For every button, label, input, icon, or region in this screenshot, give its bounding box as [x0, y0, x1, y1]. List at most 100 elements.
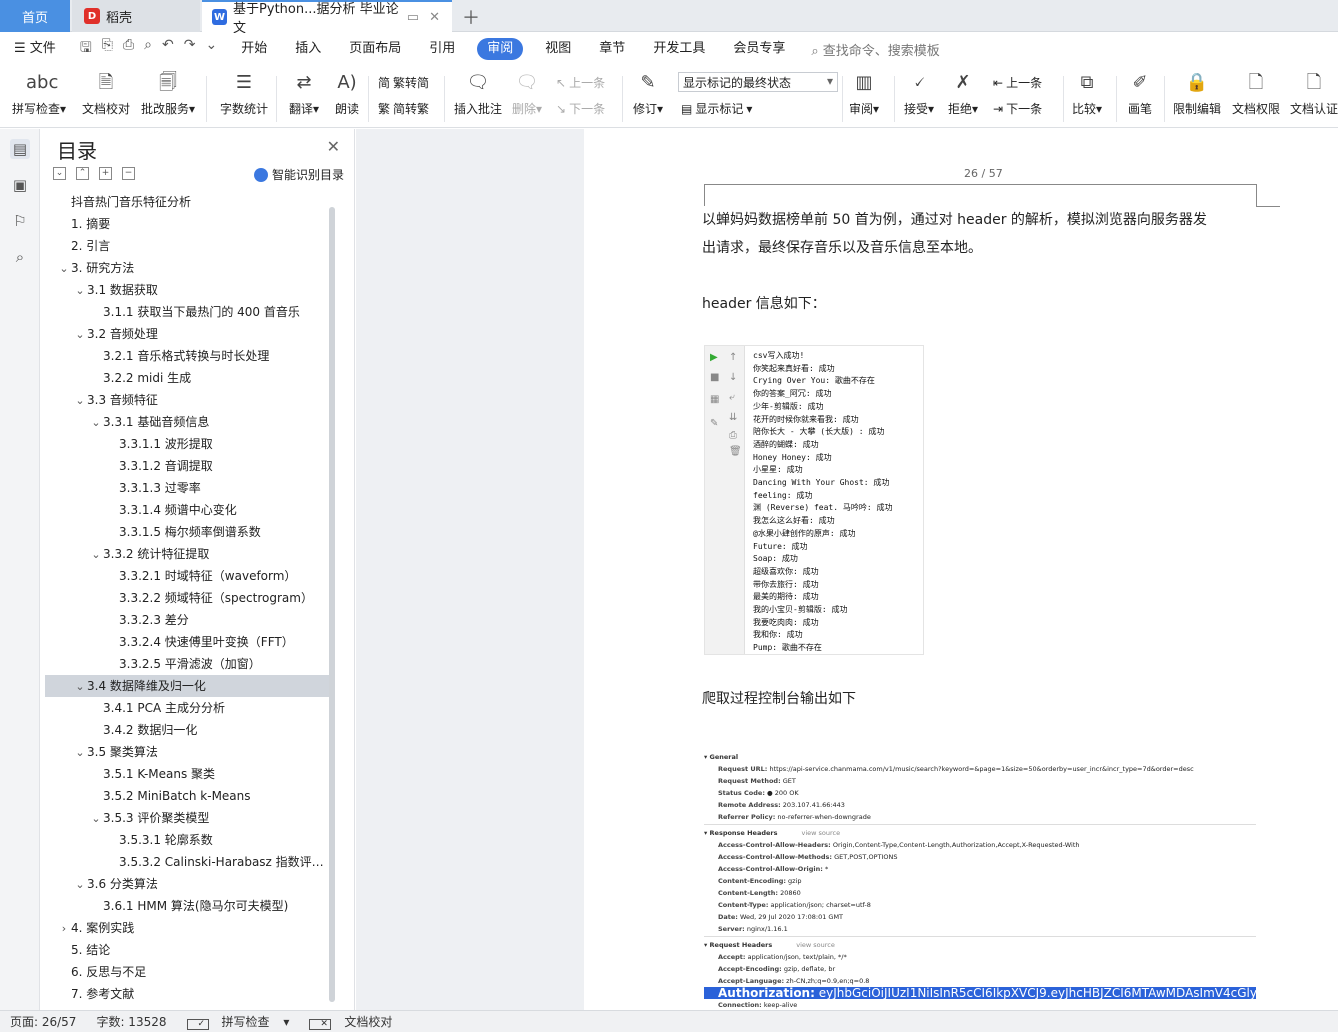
find-icon[interactable]: ⌕	[10, 247, 30, 267]
toc-scrollbar[interactable]	[329, 207, 335, 1002]
toc-item[interactable]: ⌄ 3.5.3 评价聚类模型	[45, 807, 331, 829]
collapse-all-icon[interactable]: ⌄	[53, 167, 66, 180]
save-icon[interactable]: 🖫	[80, 37, 92, 61]
word-count[interactable]: 字数: 13528	[86, 1013, 176, 1030]
status-proof[interactable]: ✕ 文档校对	[299, 1013, 412, 1030]
chevron-down-icon[interactable]: ⌄	[73, 742, 87, 763]
toc-item[interactable]: 3.3.2.1 时域特征（waveform）	[45, 565, 331, 587]
chevron-down-icon[interactable]: ⌄	[89, 544, 103, 565]
toc-item[interactable]: 3.5.2 MiniBatch k-Means	[45, 785, 331, 807]
toc-item[interactable]: 7. 参考文献	[45, 983, 331, 1001]
print-icon[interactable]: ⎙	[123, 37, 134, 61]
chevron-down-icon[interactable]: ⌄	[73, 324, 87, 345]
trad-to-simp-button[interactable]: 简繁转简	[378, 74, 429, 91]
chevron-down-icon[interactable]: ⌄	[89, 412, 103, 433]
delete-comment-button[interactable]: 🗨 删除▾	[512, 70, 542, 117]
batch-service-button[interactable]: 🗐 批改服务▾	[141, 70, 195, 117]
chevron-down-icon[interactable]: ⌄	[73, 280, 87, 301]
toc-item[interactable]: 3.3.1.1 波形提取	[45, 433, 331, 455]
menu-start[interactable]: 开始	[227, 38, 281, 60]
close-icon[interactable]: ✕	[327, 137, 340, 156]
toc-item[interactable]: 3.3.1.2 音调提取	[45, 455, 331, 477]
doc-permission-button[interactable]: 🗋 文档权限	[1232, 70, 1280, 117]
chevron-down-icon[interactable]: ⌄	[73, 390, 87, 411]
toc-item[interactable]: 2. 引言	[45, 235, 331, 257]
toc-scrollbar-thumb[interactable]	[329, 207, 335, 1002]
toc-item[interactable]: 3.5.3.2 Calinski-Harabasz 指数评价...	[45, 851, 331, 873]
reject-button[interactable]: ✗ 拒绝▾	[948, 70, 978, 117]
toc-item[interactable]: 3.2.2 midi 生成	[45, 367, 331, 389]
toc-item[interactable]: 3.6.1 HMM 算法(隐马尔可夫模型)	[45, 895, 331, 917]
undo-icon[interactable]: ↶	[162, 37, 174, 61]
redo-icon[interactable]: ↷	[184, 37, 196, 61]
toc-item[interactable]: ⌄ 3.2 音频处理	[45, 323, 331, 345]
toc-item[interactable]: 3.3.1.5 梅尔频率倒谱系数	[45, 521, 331, 543]
toc-item[interactable]: 3.4.2 数据归一化	[45, 719, 331, 741]
menu-review[interactable]: 审阅	[477, 38, 524, 60]
toc-item[interactable]: 3.3.2.4 快速傅里叶变换（FFT）	[45, 631, 331, 653]
toc-item[interactable]: 3.3.2.5 平滑滤波（加窗）	[45, 653, 331, 675]
toc-item[interactable]: › 4. 案例实践	[45, 917, 331, 939]
toc-item[interactable]: ⌄ 3. 研究方法	[45, 257, 331, 279]
revise-button[interactable]: ✎ 修订▾	[633, 70, 663, 117]
toc-item[interactable]: 3.5.1 K-Means 聚类	[45, 763, 331, 785]
toc-item[interactable]: 抖音热门音乐特征分析	[45, 191, 331, 213]
insert-comment-button[interactable]: 🗨 插入批注	[454, 70, 502, 117]
chevron-down-icon[interactable]: ⌄	[73, 874, 87, 895]
view-source-link[interactable]: view source	[796, 941, 835, 949]
simp-to-trad-button[interactable]: 繁简转繁	[378, 100, 429, 117]
remove-item-icon[interactable]: −	[122, 167, 135, 180]
bookmark-icon[interactable]: ⚐	[10, 211, 30, 231]
more-icon[interactable]: ⌄	[205, 37, 217, 61]
toc-item[interactable]: 3.3.1.4 频谱中心变化	[45, 499, 331, 521]
chapter-icon[interactable]: ▣	[10, 175, 30, 195]
network-section-title[interactable]: ▾ General	[704, 751, 1256, 763]
menu-layout[interactable]: 页面布局	[335, 38, 415, 60]
menu-developer[interactable]: 开发工具	[639, 38, 719, 60]
toc-item[interactable]: 3.1.1 获取当下最热门的 400 首音乐	[45, 301, 331, 323]
menu-member[interactable]: 会员专享	[719, 38, 799, 60]
status-spell-check[interactable]: ✓ 拼写检查 ▾	[177, 1013, 300, 1030]
toc-icon[interactable]: ▤	[10, 139, 30, 159]
proof-button[interactable]: 🗎 文档校对	[82, 70, 130, 117]
translate-button[interactable]: ⇄ 翻译▾	[289, 70, 319, 117]
prev-change-button[interactable]: ⇤ 上一条	[993, 74, 1042, 91]
toc-item[interactable]: 3.4.1 PCA 主成分分析	[45, 697, 331, 719]
chevron-down-icon[interactable]: ⌄	[73, 676, 87, 697]
toc-item[interactable]: ⌄ 3.4 数据降维及归一化	[45, 675, 331, 697]
toc-item[interactable]: 5. 结论	[45, 939, 331, 961]
expand-all-icon[interactable]: ⌃	[76, 167, 89, 180]
command-search[interactable]: ⌕ 查找命令、搜索模板	[811, 40, 939, 59]
network-section-title[interactable]: ▾ Response Headers view source	[704, 827, 1256, 839]
review-pane-button[interactable]: ▥ 审阅▾	[849, 70, 879, 117]
accept-button[interactable]: 🗸 接受▾	[904, 70, 934, 117]
add-item-icon[interactable]: +	[99, 167, 112, 180]
page-indicator[interactable]: 页面: 26/57	[0, 1013, 86, 1030]
read-aloud-button[interactable]: A) 朗读	[334, 70, 360, 117]
doc-certify-button[interactable]: 🗋 文档认证	[1290, 70, 1338, 117]
tab-close-icon[interactable]: ✕	[429, 10, 440, 25]
show-markup-button[interactable]: ▤ 显示标记 ▾	[681, 100, 752, 117]
chevron-down-icon[interactable]: ⌄	[57, 258, 71, 279]
toc-item[interactable]: 6. 反思与不足	[45, 961, 331, 983]
tab-daoke[interactable]: D 稻壳	[72, 0, 200, 32]
markup-state-select[interactable]: 显示标记的最终状态	[678, 72, 838, 92]
spell-check-button[interactable]: abc 拼写检查▾	[12, 70, 66, 117]
new-tab-icon[interactable]: ＋	[462, 4, 480, 30]
toc-item[interactable]: 3.3.2.3 差分	[45, 609, 331, 631]
menu-reference[interactable]: 引用	[415, 38, 469, 60]
menu-chapter[interactable]: 章节	[585, 38, 639, 60]
export-icon[interactable]: ⎘	[102, 37, 113, 61]
pen-button[interactable]: ✐ 画笔	[1127, 70, 1153, 117]
next-change-button[interactable]: ⇥ 下一条	[993, 100, 1042, 117]
toc-item[interactable]: 3.5.3.1 轮廓系数	[45, 829, 331, 851]
chevron-down-icon[interactable]: ⌄	[89, 808, 103, 829]
menu-insert[interactable]: 插入	[281, 38, 335, 60]
toc-item[interactable]: ⌄ 3.1 数据获取	[45, 279, 331, 301]
toc-item[interactable]: 3.3.1.3 过零率	[45, 477, 331, 499]
toc-item[interactable]: 3.3.2.2 频域特征（spectrogram）	[45, 587, 331, 609]
prev-comment-button[interactable]: ↖ 上一条	[556, 74, 605, 91]
toc-item[interactable]: 3.2.1 音乐格式转换与时长处理	[45, 345, 331, 367]
toc-item[interactable]: 1. 摘要	[45, 213, 331, 235]
smart-toc-button[interactable]: 智能识别目录	[253, 166, 344, 183]
